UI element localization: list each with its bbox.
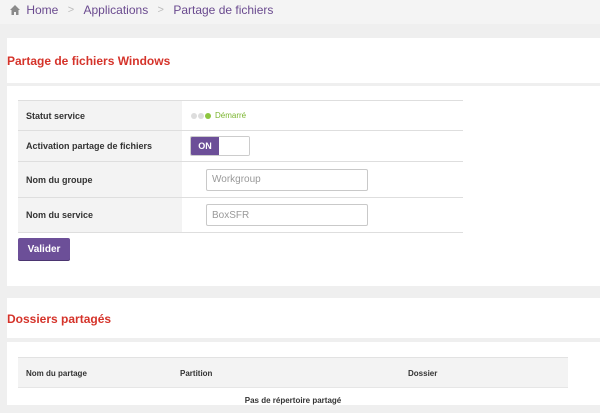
breadcrumb-separator: > <box>157 4 164 16</box>
breadcrumb-applications[interactable]: Applications <box>83 0 148 20</box>
service-name-row: Nom du service <box>18 197 463 233</box>
group-name-input[interactable] <box>206 168 368 191</box>
empty-table-message: Pas de répertoire partagé <box>18 387 568 406</box>
breadcrumb-home[interactable]: Home <box>26 0 58 20</box>
file-sharing-row: Activation partage de fichiers ON <box>18 130 463 161</box>
service-name-label: Nom du service <box>18 198 182 232</box>
submit-button[interactable]: Valider <box>18 238 70 260</box>
shared-folders-title: Dossiers partagés <box>7 312 112 326</box>
file-sharing-label: Activation partage de fichiers <box>18 131 182 161</box>
service-status-row: Statut service Démarré <box>18 100 463 130</box>
breadcrumb-separator: > <box>67 4 75 16</box>
file-sharing-toggle[interactable]: ON <box>190 136 250 156</box>
breadcrumb: Home > Applications > Partage de fichier… <box>0 0 600 24</box>
column-partition: Partition <box>180 369 213 378</box>
home-icon[interactable] <box>10 0 23 21</box>
column-folder: Dossier <box>408 369 438 378</box>
service-status-value: Démarré <box>215 111 247 120</box>
service-status-label: Statut service <box>18 101 182 130</box>
service-name-input[interactable] <box>206 204 368 226</box>
toggle-on-label: ON <box>191 137 219 155</box>
group-name-label: Nom du groupe <box>18 162 182 197</box>
windows-share-title: Partage de fichiers Windows <box>7 54 171 68</box>
column-share-name: Nom du partage <box>26 369 87 378</box>
breadcrumb-current: Partage de fichiers <box>173 3 274 17</box>
group-name-row: Nom du groupe <box>18 161 463 197</box>
shared-folders-table-header: Nom du partage Partition Dossier <box>18 357 568 388</box>
status-indicator <box>191 112 212 119</box>
